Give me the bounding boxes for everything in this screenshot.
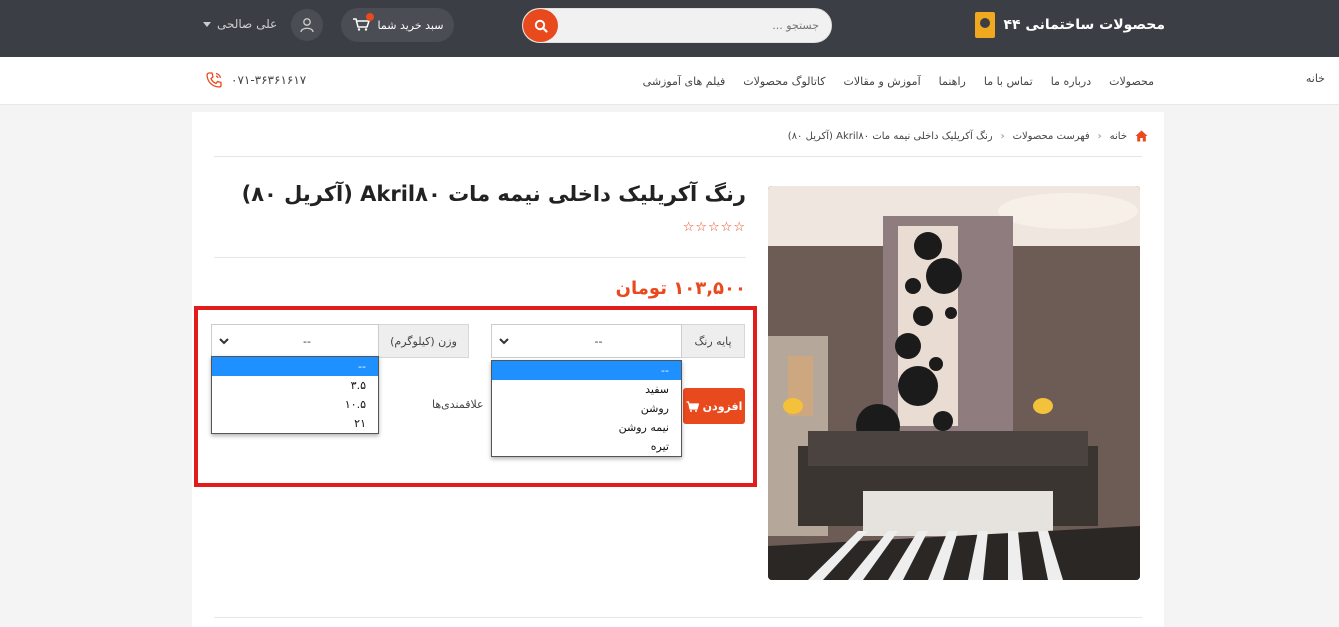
main-nav: خانه محصولات درباره ما تماس با ما راهنما… <box>0 57 1339 105</box>
nav-item-articles[interactable]: آموزش و مقالات <box>844 75 921 88</box>
nav-menu: محصولات درباره ما تماس با ما راهنما آموز… <box>643 57 1154 105</box>
user-name: علی صالحی <box>217 17 278 31</box>
base-color-dropdown: -- سفید روشن نیمه روشن تیره <box>491 360 682 457</box>
cart-icon <box>352 12 374 34</box>
brand[interactable]: محصولات ساختمانی ۴۴ <box>975 12 1165 38</box>
cart-badge <box>365 12 374 21</box>
nav-item-videos[interactable]: فیلم های آموزشی <box>643 75 726 88</box>
wishlist-label: علاقمندی‌ها <box>432 398 484 411</box>
add-to-cart-label: افزودن <box>702 399 743 413</box>
nav-item-about[interactable]: درباره ما <box>1051 75 1091 88</box>
home-icon[interactable] <box>1135 130 1148 142</box>
dropdown-option[interactable]: ۱۰.۵ <box>212 395 378 414</box>
breadcrumb-home[interactable]: خانه <box>1110 131 1127 142</box>
nav-item-guide[interactable]: راهنما <box>939 75 966 88</box>
base-color-label: پایه رنگ <box>681 324 745 358</box>
breadcrumb-current: رنگ آکریلیک داخلی نیمه مات Akril۸۰ (آکری… <box>787 130 993 142</box>
weight-label: وزن (کیلوگرم) <box>378 324 469 358</box>
dropdown-option[interactable]: سفید <box>492 380 681 399</box>
nav-item-products[interactable]: محصولات <box>1109 75 1154 88</box>
divider <box>214 156 1142 157</box>
dropdown-option[interactable]: ۳.۵ <box>212 376 378 395</box>
search-button[interactable] <box>523 9 558 42</box>
weight-dropdown: -- ۳.۵ ۱۰.۵ ۲۱ <box>211 356 379 434</box>
breadcrumb: خانه ‹ فهرست محصولات ‹ رنگ آکریلیک داخلی… <box>788 130 1148 142</box>
dropdown-option[interactable]: روشن <box>492 399 681 418</box>
nav-item-contact[interactable]: تماس با ما <box>984 75 1033 88</box>
cart-icon <box>686 400 699 412</box>
user-icon <box>300 18 314 33</box>
weight-select[interactable]: -- <box>211 324 379 358</box>
dropdown-option[interactable]: نیمه روشن <box>492 418 681 437</box>
phone-number: ۰۷۱-۳۶۳۶۱۶۱۷ <box>231 73 307 87</box>
chevron-down-icon <box>499 338 509 345</box>
brand-logo-icon <box>975 12 996 38</box>
phone-icon <box>206 72 222 88</box>
nav-item-catalog[interactable]: کاتالوگ محصولات <box>743 75 825 88</box>
dropdown-option[interactable]: -- <box>212 357 378 376</box>
breadcrumb-list[interactable]: فهرست محصولات <box>1013 131 1090 142</box>
search-icon <box>534 19 548 33</box>
user-avatar[interactable] <box>291 9 323 41</box>
dropdown-option[interactable]: -- <box>492 361 681 380</box>
weight-value: -- <box>303 334 311 348</box>
add-to-cart-button[interactable]: افزودن <box>683 388 745 424</box>
user-menu[interactable]: علی صالحی <box>203 17 277 31</box>
search-input[interactable] <box>569 9 819 42</box>
chevron-left-icon: ‹ <box>1000 130 1005 142</box>
brand-name: محصولات ساختمانی ۴۴ <box>1003 17 1165 33</box>
chevron-down-icon <box>203 21 211 27</box>
base-color-select[interactable]: -- <box>491 324 682 358</box>
wishlist-link[interactable]: علاقمندی‌ها <box>432 398 484 411</box>
product-price: ۱۰۳,۵۰۰ تومان <box>615 278 746 299</box>
chevron-down-icon <box>219 338 229 345</box>
search-bar <box>522 8 832 43</box>
top-header: محصولات ساختمانی ۴۴ سبد خرید شما علی صال… <box>0 0 1339 57</box>
dropdown-option[interactable]: تیره <box>492 437 681 456</box>
base-color-value: -- <box>594 334 603 348</box>
rating-stars[interactable]: ☆☆☆☆☆ <box>683 220 746 235</box>
dropdown-option[interactable]: ۲۱ <box>212 414 378 433</box>
product-title: رنگ آکریلیک داخلی نیمه مات Akril۸۰ (آکری… <box>241 182 746 206</box>
cart-label: سبد خرید شما <box>377 18 444 32</box>
phone-contact[interactable]: ۰۷۱-۳۶۳۶۱۶۱۷ <box>205 71 306 89</box>
product-image[interactable] <box>768 186 1140 580</box>
divider <box>214 617 1142 618</box>
divider <box>214 257 746 258</box>
chevron-left-icon: ‹ <box>1097 130 1102 142</box>
cart-button[interactable]: سبد خرید شما <box>341 8 454 42</box>
nav-item-home[interactable]: خانه <box>1306 72 1325 85</box>
